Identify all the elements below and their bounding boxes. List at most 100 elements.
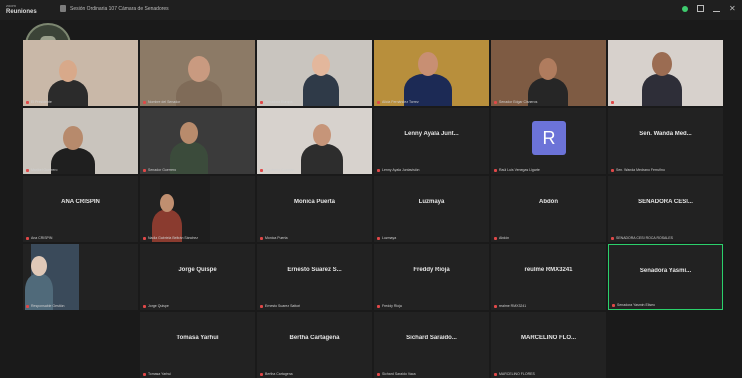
participant-label-text: Senador Guerrero [148, 168, 177, 172]
muted-mic-icon [612, 303, 615, 307]
muted-mic-icon [143, 236, 146, 240]
participant-tile[interactable]: Senadora Europa [257, 40, 372, 106]
muted-mic-icon [494, 100, 497, 104]
muted-mic-icon [26, 236, 29, 240]
participant-label-text: Responsable Gestión [31, 304, 65, 308]
participant-face [418, 52, 438, 76]
muted-mic-icon [377, 236, 380, 240]
participant-tile[interactable]: reulme RMX3241 realme RMX3241 [491, 244, 606, 310]
participant-tile[interactable]: Nombre del Senador [140, 40, 255, 106]
participant-tile[interactable]: Jorge Quispe Jorge Quispe [140, 244, 255, 310]
participant-name: Jorge Quispe [178, 267, 217, 273]
participant-face [312, 54, 330, 76]
participant-tile[interactable]: Senador Guerrero [140, 108, 255, 174]
close-icon[interactable]: ✕ [729, 5, 736, 13]
participant-face [188, 56, 210, 82]
title-bar: zoom Reuniones Sesión Ordinaria 107 Cáma… [0, 0, 742, 20]
participant-name: ANA CRISPIN [61, 199, 100, 205]
muted-mic-icon [143, 168, 146, 172]
participant-body [642, 74, 682, 106]
app-name: zoom Reuniones [6, 3, 37, 15]
participant-label: Sichard Saraido Vaca [377, 372, 416, 376]
participant-label: Alicia Fernández Torrez [377, 100, 419, 104]
participant-label: Bertha Cartagena [260, 372, 293, 376]
participant-tile[interactable]: Ernesto Suarez S... Ernesto Suarez Sattor… [257, 244, 372, 310]
muted-mic-icon [26, 168, 29, 172]
participant-label: Monica Puerta [260, 236, 288, 240]
participant-tile[interactable]: Patricia LOPEZ [608, 40, 723, 106]
participant-label-text: Lenny Ayala Juntavisión [382, 168, 420, 172]
participant-tile[interactable]: Abdón Abdón [491, 176, 606, 242]
participant-tile[interactable]: Rigoberto Guzmán [257, 108, 372, 174]
participant-name: reulme RMX3241 [524, 267, 573, 273]
muted-mic-icon [611, 168, 614, 172]
participant-label: Rigoberto Guzmán [260, 168, 294, 172]
muted-mic-icon [611, 236, 614, 240]
participant-tile[interactable]: Tomasa Yarhui Tomasa Yarhui [140, 312, 255, 378]
muted-mic-icon [260, 100, 263, 104]
muted-mic-icon [494, 168, 497, 172]
muted-mic-icon [377, 372, 380, 376]
participant-tile[interactable]: Nadia Gabriela Beltrán Sánchez [140, 176, 255, 242]
participant-tile[interactable]: Senador Edgar Cisneros [491, 40, 606, 106]
participant-face [539, 58, 557, 80]
participant-label-text: MARCELINO FLORES [499, 372, 535, 376]
participant-name: Monica Puerta [293, 199, 335, 205]
participant-tile[interactable]: MARCELINO FLO... MARCELINO FLORES [491, 312, 606, 378]
participant-tile[interactable]: El Presidente [23, 40, 138, 106]
participant-label-text: Senadora Europa [265, 100, 293, 104]
participant-label: Lenny Ayala Juntavisión [377, 168, 420, 172]
participant-label: Sen. Wanda Medrano Ferrufino [611, 168, 665, 172]
participant-label: SENADORA CESI ROCA ROSALES [611, 236, 673, 240]
window-controls: ✕ [682, 5, 736, 13]
participant-name: Ernesto Suarez S... [287, 267, 342, 273]
muted-mic-icon [143, 100, 146, 104]
participant-label-text: Freddy Rioja [382, 304, 402, 308]
window-icon[interactable] [697, 5, 704, 12]
participant-label: MARCELINO FLORES [494, 372, 535, 376]
participant-tile[interactable]: Responsable Gestión [23, 244, 138, 310]
participant-label-text: Ana CRISPIN [31, 236, 53, 240]
muted-mic-icon [377, 100, 380, 104]
participant-tile[interactable]: SENADORA CESI... SENADORA CESI ROCA ROSAL… [608, 176, 723, 242]
participant-avatar: R [532, 121, 566, 155]
muted-mic-icon [260, 168, 263, 172]
participant-name: Senadora Yasmi... [639, 268, 692, 274]
participant-face [180, 122, 198, 144]
participant-tile[interactable]: Luzmaya Luzmaya [374, 176, 489, 242]
participant-label: Freddy Rioja [377, 304, 402, 308]
muted-mic-icon [26, 100, 29, 104]
participant-label-text: Tomasa Yarhui [148, 372, 172, 376]
participant-face [31, 256, 47, 276]
participant-label: realme RMX3241 [494, 304, 526, 308]
participant-tile[interactable]: Freddy Rioja Freddy Rioja [374, 244, 489, 310]
participant-face [160, 194, 174, 212]
participant-label: Jorge Quispe [143, 304, 169, 308]
participant-label: Abdón [494, 236, 509, 240]
participant-label: Ernesto Suarez Sattori [260, 304, 300, 308]
participant-tile[interactable]: Bertha Cartagena Bertha Cartagena [257, 312, 372, 378]
muted-mic-icon [143, 304, 146, 308]
participant-tile[interactable]: Sichard Saraido... Sichard Saraido Vaca [374, 312, 489, 378]
participant-label: El Presidente [26, 100, 52, 104]
muted-mic-icon [494, 236, 497, 240]
participant-tile[interactable]: Alicia Fernández Torrez [374, 40, 489, 106]
participant-label: Nadia Gabriela Beltrán Sánchez [143, 236, 198, 240]
participant-body [176, 80, 222, 106]
muted-mic-icon [611, 100, 614, 104]
participant-tile[interactable]: Lenny Ayala Junt... Lenny Ayala Juntavisi… [374, 108, 489, 174]
participant-tile[interactable]: Maribel Guerrero [23, 108, 138, 174]
participant-face [652, 52, 672, 76]
participant-label-text: Nadia Gabriela Beltrán Sánchez [148, 236, 199, 240]
participant-label-text: El Presidente [31, 100, 52, 104]
participant-label: Ana CRISPIN [26, 236, 52, 240]
participant-tile[interactable]: ANA CRISPIN Ana CRISPIN [23, 176, 138, 242]
minimize-icon[interactable] [713, 5, 720, 12]
participant-tile[interactable]: Monica Puerta Monica Puerta [257, 176, 372, 242]
participant-tile[interactable]: Sen. Wanda Med... Sen. Wanda Medrano Ferr… [608, 108, 723, 174]
participant-face [63, 126, 83, 150]
participant-tile[interactable]: R Raúl Luis Venegas Ligarte [491, 108, 606, 174]
participant-label-text: SENADORA CESI ROCA ROSALES [616, 236, 673, 240]
participant-tile[interactable]: Senadora Yasmi... Senadora Yasmin Eliseo [608, 244, 723, 310]
participant-label: Responsable Gestión [26, 304, 64, 308]
